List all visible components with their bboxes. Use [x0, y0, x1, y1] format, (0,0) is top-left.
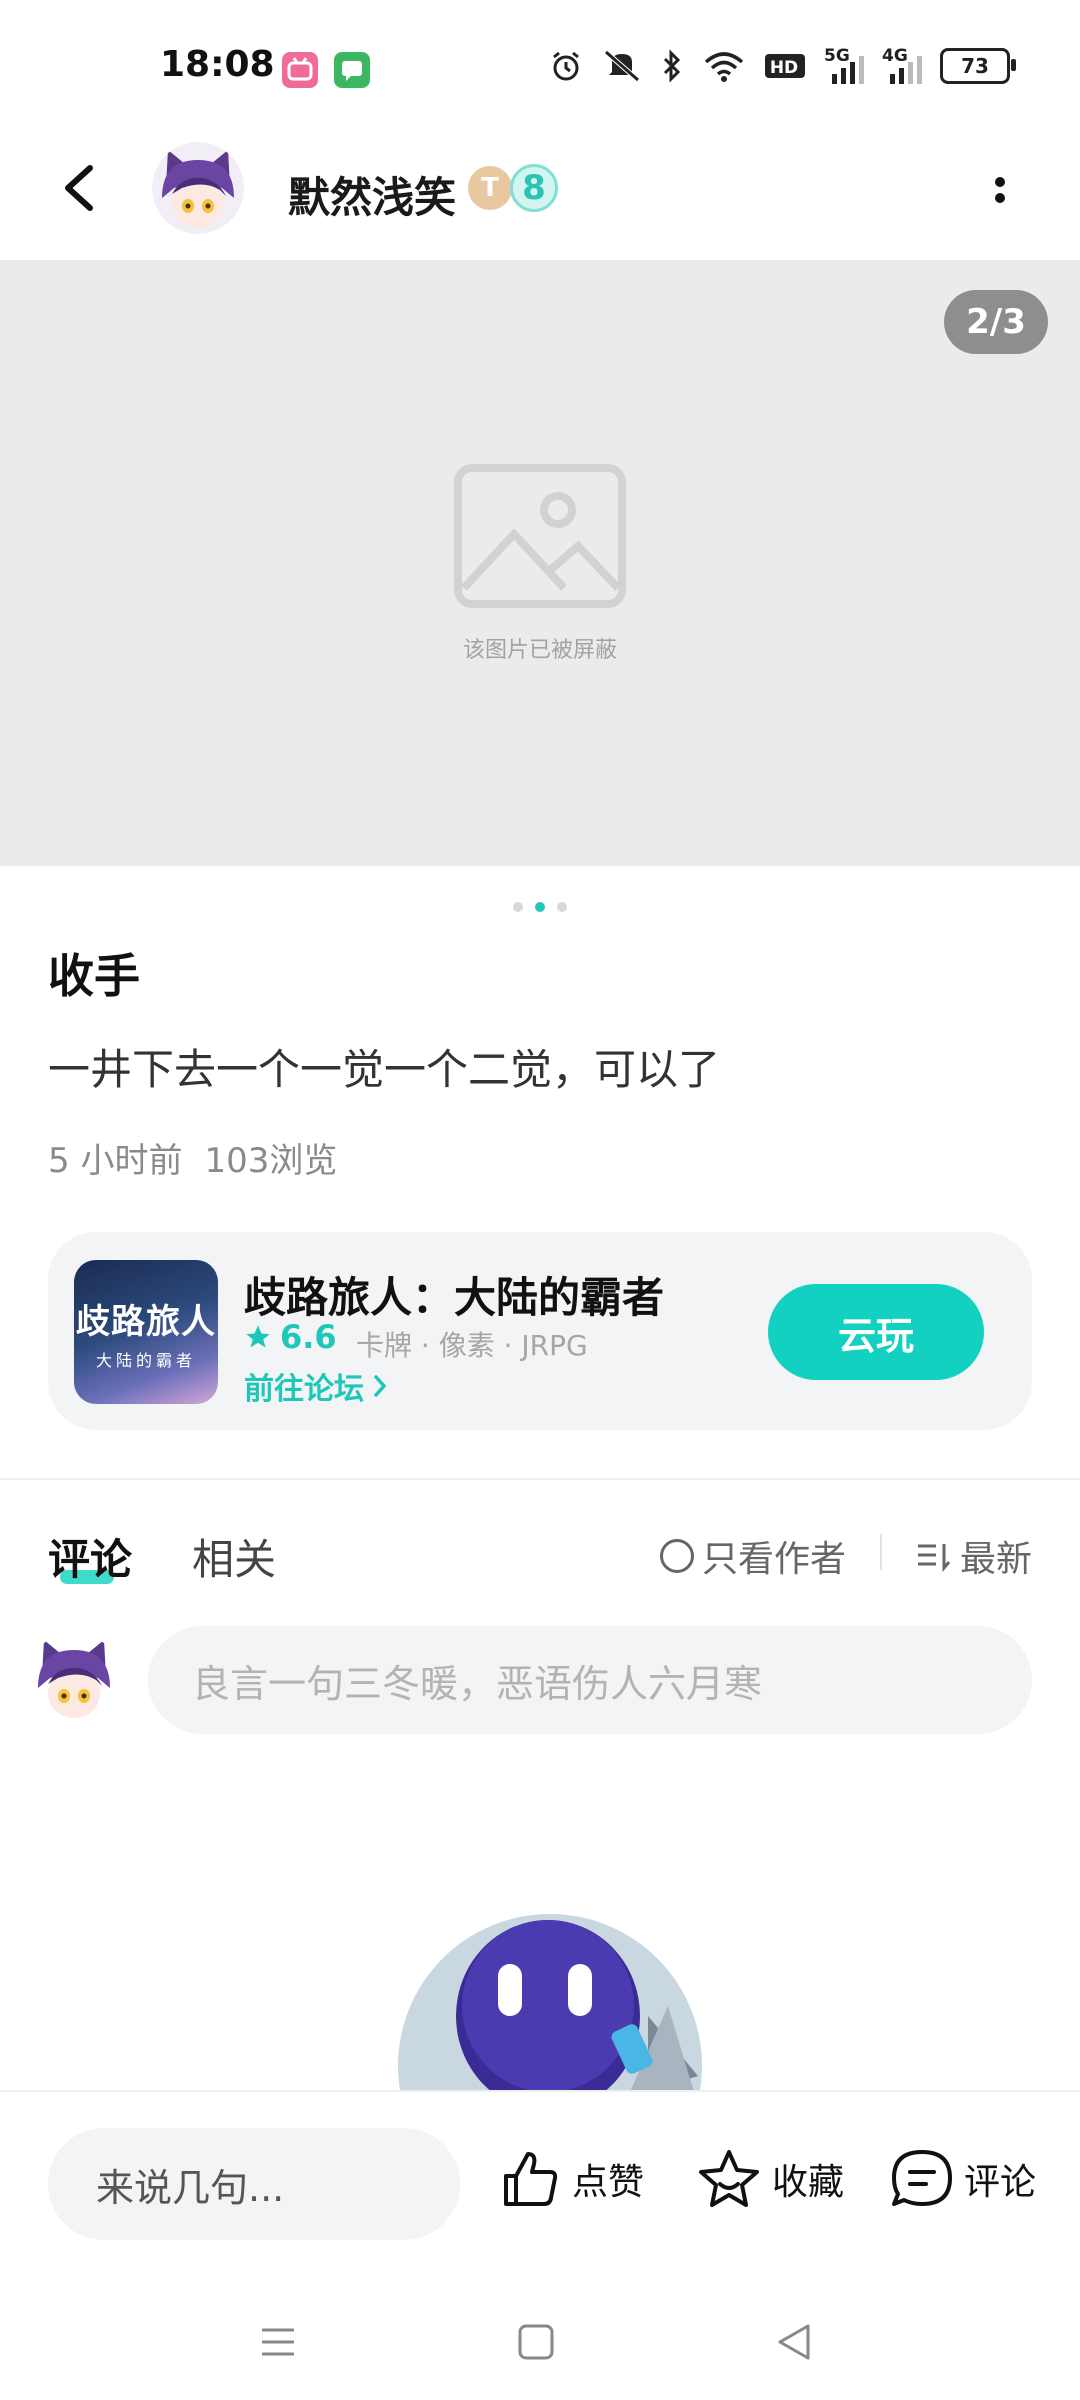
image-blocked-text: 该图片已被屏蔽 — [462, 638, 617, 663]
comment-label: 评论 — [964, 2162, 1037, 2203]
game-icon-title: 歧路旅人 — [76, 1301, 216, 1342]
bilibili-app-icon — [282, 52, 318, 88]
user-title-badge: T — [468, 166, 512, 210]
square-icon — [518, 2324, 554, 2360]
thumbs-up-icon — [504, 2152, 558, 2206]
tab-related[interactable]: 相关 — [192, 1526, 276, 1587]
recent-apps-button[interactable] — [254, 2318, 302, 2366]
game-name: 歧路旅人：大陆的霸者 — [244, 1273, 665, 1322]
like-label: 点赞 — [572, 2162, 645, 2203]
chevron-right-icon — [374, 1375, 387, 1397]
star-outline-icon — [699, 2150, 759, 2207]
message-app-icon — [334, 52, 370, 88]
game-rating: 6.6 — [244, 1318, 337, 1356]
game-icon-subtitle: 大陆的霸者 — [95, 1350, 196, 1370]
signal-5g-icon: 5G — [824, 46, 864, 84]
game-icon: 歧路旅人 大陆的霸者 — [74, 1260, 218, 1404]
post-title: 收手 — [48, 949, 140, 1003]
back-button[interactable] — [52, 158, 112, 218]
post-meta: 5 小时前 103浏览 — [48, 1133, 337, 1182]
triangle-back-icon — [778, 2324, 810, 2360]
battery-level: 73 — [961, 54, 989, 78]
my-avatar[interactable] — [28, 1632, 120, 1724]
menu-lines-icon — [262, 2328, 294, 2356]
tab-comments[interactable]: 评论 — [48, 1526, 132, 1587]
signal-4g-icon: 4G — [882, 46, 922, 84]
svg-text:HD: HD — [770, 58, 798, 78]
bottom-action-bar: 来说几句... 点赞 收藏 评论 — [0, 2090, 1080, 2272]
game-card[interactable]: 歧路旅人 大陆的霸者 歧路旅人：大陆的霸者 6.6 卡牌 · 像素 · JRPG… — [48, 1232, 1032, 1430]
hd-icon: HD — [765, 54, 805, 78]
wifi-icon — [704, 52, 744, 82]
like-button[interactable]: 点赞 — [500, 2148, 644, 2210]
more-button[interactable] — [985, 160, 1015, 220]
only-author-toggle[interactable]: 只看作者 — [660, 1530, 846, 1582]
sort-label: 最新 — [960, 1539, 1033, 1580]
filter-separator — [880, 1534, 882, 1570]
more-vertical-icon — [995, 177, 1005, 203]
game-tags: 卡牌 · 像素 · JRPG — [356, 1329, 588, 1362]
star-icon — [246, 1325, 270, 1348]
battery-icon: 73 — [940, 48, 1016, 84]
section-divider — [0, 1478, 1080, 1480]
game-forum-label: 前往论坛 — [244, 1372, 364, 1407]
empty-state-mascot — [398, 1906, 718, 2092]
quick-comment-input[interactable]: 来说几句... — [48, 2128, 460, 2240]
favorite-label: 收藏 — [772, 2162, 845, 2203]
radio-circle-icon — [660, 1539, 694, 1573]
comment-input[interactable]: 良言一句三冬暖，恶语伤人六月寒 — [148, 1626, 1032, 1734]
status-icons: HD 5G 4G 73 — [548, 46, 1016, 84]
user-level-badge: 8 — [510, 164, 558, 212]
game-rating-value: 6.6 — [280, 1318, 337, 1356]
system-navigation-bar — [0, 2270, 1080, 2400]
image-placeholder-icon — [454, 464, 626, 608]
bluetooth-icon — [663, 49, 681, 83]
author-avatar[interactable] — [152, 142, 244, 234]
chevron-left-icon — [65, 165, 93, 211]
page-dot-active — [535, 902, 545, 912]
alarm-icon — [553, 51, 579, 81]
post-body: 一井下去一个一觉一个二觉，可以了 — [48, 1045, 721, 1094]
home-button[interactable] — [512, 2318, 560, 2366]
post-time: 5 小时前 — [48, 1141, 183, 1181]
post-image-viewer[interactable]: 2/3 该图片已被屏蔽 — [0, 260, 1080, 866]
system-back-button[interactable] — [770, 2318, 818, 2366]
mute-icon — [604, 50, 640, 82]
top-app-bar: 默然浅笑 T 8 — [0, 120, 1080, 260]
game-forum-link[interactable]: 前往论坛 — [244, 1364, 390, 1408]
status-bar: 18:08 HD 5G 4G 73 — [0, 0, 1080, 120]
sort-icon — [918, 1544, 951, 1572]
cloud-play-button[interactable]: 云玩 — [768, 1284, 984, 1380]
sort-button[interactable]: 最新 — [916, 1530, 1032, 1582]
image-page-indicator — [0, 902, 1080, 912]
post-views: 103浏览 — [204, 1141, 338, 1181]
image-counter: 2/3 — [944, 290, 1048, 354]
comment-button[interactable]: 评论 — [890, 2148, 1036, 2210]
author-name[interactable]: 默然浅笑 — [288, 164, 456, 225]
page-dot — [557, 902, 567, 912]
comment-bubble-icon — [892, 2150, 952, 2206]
page-dot — [513, 902, 523, 912]
favorite-button[interactable]: 收藏 — [696, 2148, 844, 2210]
only-author-label: 只看作者 — [702, 1539, 847, 1580]
status-time: 18:08 — [160, 44, 275, 85]
